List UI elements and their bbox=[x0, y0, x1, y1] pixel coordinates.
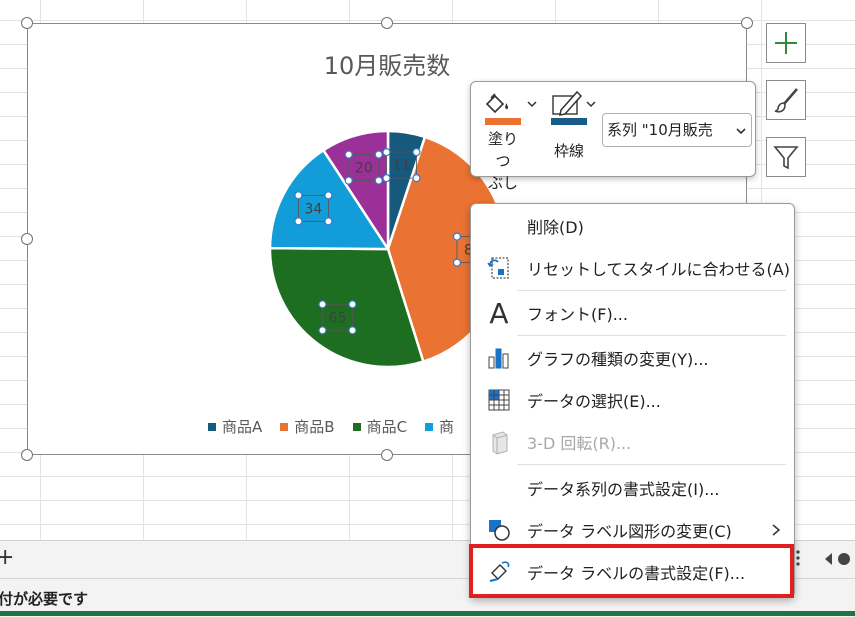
menu-item-reset-style[interactable]: リセットしてスタイルに合わせる(A) bbox=[471, 248, 794, 288]
menu-item-format-data-series[interactable]: データ系列の書式設定(I)... bbox=[471, 468, 794, 508]
mini-toolbar: 塗りつ ぶし 枠線 系列 "10月販売 bbox=[470, 81, 756, 192]
status-accent-line bbox=[0, 611, 855, 616]
3d-rotation-icon bbox=[485, 428, 513, 456]
legend-label: 商 bbox=[439, 418, 455, 436]
resize-handle[interactable] bbox=[21, 233, 33, 245]
resize-handle[interactable] bbox=[21, 17, 33, 29]
font-icon: A bbox=[489, 296, 509, 330]
label-handle[interactable] bbox=[318, 300, 327, 309]
label-handle[interactable] bbox=[344, 176, 353, 185]
chevron-down-icon bbox=[736, 128, 746, 135]
brush-icon bbox=[774, 88, 798, 113]
chevron-right-icon bbox=[772, 524, 781, 536]
chart-type-icon bbox=[485, 344, 513, 372]
change-shape-icon bbox=[485, 516, 513, 544]
fill-button[interactable]: 塗りつ ぶし bbox=[481, 88, 541, 192]
outline-button[interactable]: 枠線 bbox=[547, 88, 599, 174]
chart-legend[interactable]: 商品A 商品B 商品C 商 bbox=[208, 416, 454, 437]
outline-label: 枠線 bbox=[553, 142, 584, 160]
menu-item-3d-rotation: 3-D 回転(R)... bbox=[471, 422, 794, 462]
data-label-text: 20 bbox=[355, 161, 373, 177]
scroll-tabs-icon[interactable] bbox=[820, 549, 855, 569]
menu-item-label: 削除(D) bbox=[527, 218, 584, 237]
legend-label: 商品A bbox=[222, 418, 263, 436]
label-handle[interactable] bbox=[452, 258, 462, 267]
data-label-text: 65 bbox=[329, 310, 347, 326]
data-label-text: 11 bbox=[393, 158, 411, 174]
menu-separator bbox=[517, 290, 786, 291]
legend-item: 商品B bbox=[280, 416, 335, 437]
label-handle[interactable] bbox=[324, 191, 333, 200]
menu-item-label: リセットしてスタイルに合わせる(A) bbox=[527, 260, 790, 279]
highlight-box bbox=[469, 544, 794, 598]
resize-handle[interactable] bbox=[381, 17, 393, 29]
resize-handle[interactable] bbox=[21, 449, 33, 461]
label-handle[interactable] bbox=[318, 326, 327, 335]
menu-item-label: データ系列の書式設定(I)... bbox=[527, 480, 720, 499]
status-message: 付が必要です bbox=[0, 590, 89, 608]
add-sheet-button[interactable]: + bbox=[0, 545, 14, 570]
more-icon[interactable] bbox=[794, 549, 802, 569]
menu-separator bbox=[517, 464, 786, 465]
select-data-icon bbox=[485, 386, 513, 414]
legend-item: 商品A bbox=[208, 416, 262, 437]
legend-label: 商品C bbox=[366, 418, 408, 436]
label-handle[interactable] bbox=[382, 174, 391, 183]
menu-item-label: フォント(F)... bbox=[527, 305, 628, 324]
label-handle[interactable] bbox=[412, 148, 421, 157]
fill-label: 塗りつ ぶし bbox=[487, 130, 518, 192]
label-handle[interactable] bbox=[348, 326, 357, 335]
resize-handle[interactable] bbox=[381, 449, 393, 461]
legend-swatch bbox=[208, 422, 216, 431]
legend-label: 商品B bbox=[294, 418, 335, 436]
menu-item-change-chart-type[interactable]: グラフの種類の変更(Y)... bbox=[471, 338, 794, 378]
label-handle[interactable] bbox=[294, 217, 303, 226]
label-handle[interactable] bbox=[412, 174, 421, 183]
data-label-text: 34 bbox=[305, 201, 323, 217]
legend-item: 商 bbox=[425, 416, 454, 437]
menu-item-label: 3-D 回転(R)... bbox=[527, 434, 632, 453]
series-select[interactable]: 系列 "10月販売 bbox=[602, 113, 752, 147]
menu-item-label: グラフの種類の変更(Y)... bbox=[527, 350, 709, 369]
menu-item-label: データ ラベル図形の変更(C) bbox=[527, 522, 732, 541]
label-handle[interactable] bbox=[344, 150, 353, 159]
label-handle[interactable] bbox=[452, 232, 462, 241]
series-select-value: 系列 "10月販売 bbox=[607, 121, 713, 139]
menu-item-font[interactable]: A フォント(F)... bbox=[471, 293, 794, 333]
label-handle[interactable] bbox=[374, 150, 383, 159]
menu-item-select-data[interactable]: データの選択(E)... bbox=[471, 380, 794, 420]
reset-style-icon bbox=[485, 254, 513, 282]
label-handle[interactable] bbox=[324, 217, 333, 226]
chart-elements-button[interactable] bbox=[766, 23, 806, 63]
chart-styles-button[interactable] bbox=[766, 80, 806, 120]
menu-item-label: データの選択(E)... bbox=[527, 392, 661, 411]
legend-swatch bbox=[280, 422, 289, 431]
legend-swatch bbox=[352, 422, 361, 431]
chart-filters-button[interactable] bbox=[766, 137, 806, 177]
context-menu: 削除(D) リセットしてスタイルに合わせる(A) A フォント(F)... グラ… bbox=[470, 203, 795, 598]
paint-bucket-icon bbox=[485, 93, 537, 125]
label-handle[interactable] bbox=[382, 148, 391, 157]
menu-separator bbox=[517, 335, 786, 336]
plus-icon bbox=[775, 32, 797, 54]
legend-swatch bbox=[425, 422, 434, 431]
label-handle[interactable] bbox=[294, 191, 303, 200]
label-handle[interactable] bbox=[374, 176, 383, 185]
pencil-icon bbox=[551, 90, 596, 125]
legend-item: 商品C bbox=[352, 416, 408, 437]
menu-item-delete[interactable]: 削除(D) bbox=[471, 206, 794, 246]
filter-icon bbox=[773, 146, 799, 170]
resize-handle[interactable] bbox=[741, 17, 753, 29]
label-handle[interactable] bbox=[348, 300, 357, 309]
